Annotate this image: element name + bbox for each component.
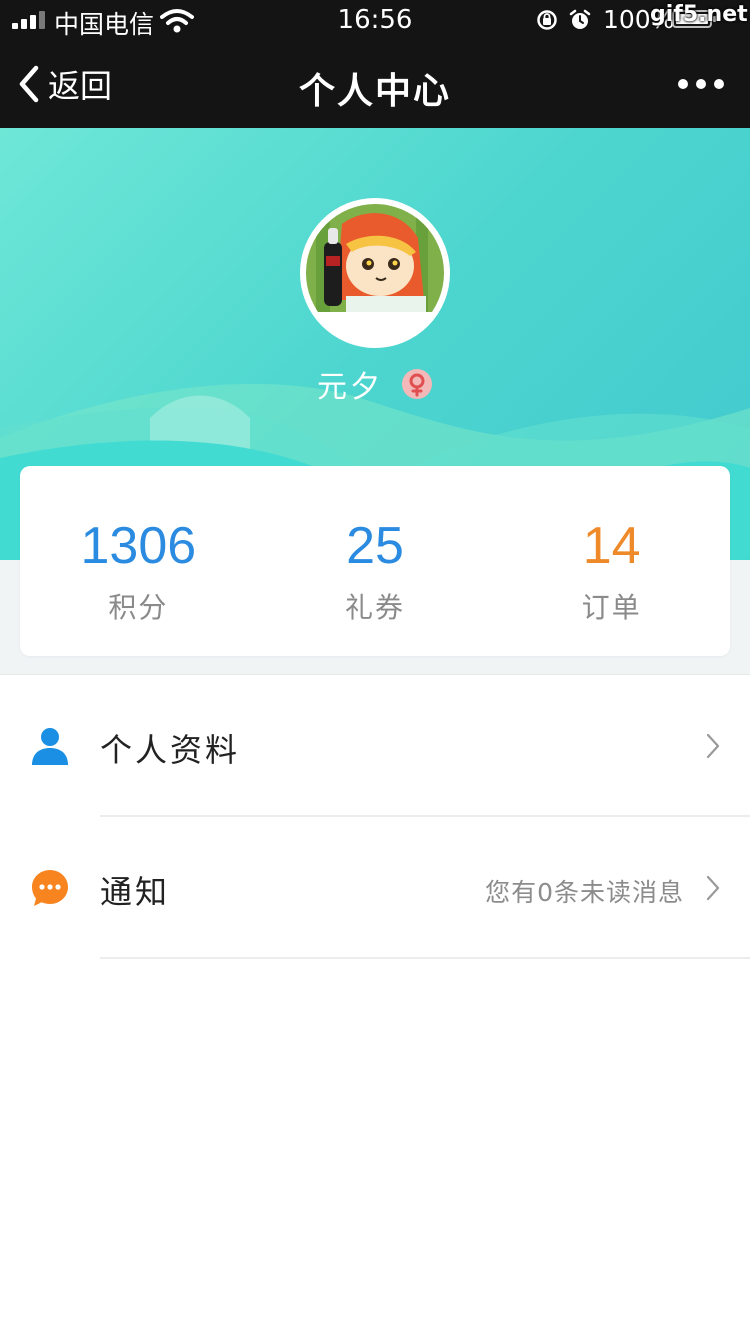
stats-card: 1306 积分 25 礼券 14 订单 (20, 466, 730, 656)
stat-value: 1306 (80, 517, 197, 575)
stat-label: 积分 (108, 591, 169, 624)
user-icon (32, 728, 68, 765)
stat-points[interactable]: 1306 积分 (20, 466, 257, 656)
stat-value: 25 (346, 517, 404, 575)
page-title: 个人中心 (298, 71, 451, 112)
stat-orders[interactable]: 14 订单 (493, 466, 730, 656)
avatar-image (306, 204, 444, 342)
personal-center-page: 中国电信 16:56 100% gif5.net 返回 个人中心 元夕 1306… (0, 0, 750, 1334)
username: 元夕 (317, 370, 383, 405)
watermark: gif5.net (650, 2, 748, 27)
navigation-bar: 返回 个人中心 (0, 40, 750, 128)
status-bar: 中国电信 16:56 100% gif5.net (0, 0, 750, 40)
menu-item-label: 个人资料 (100, 731, 241, 769)
avatar[interactable] (300, 198, 450, 348)
divider (100, 957, 750, 959)
alarm-icon (569, 9, 591, 29)
menu-list: 个人资料 通知 您有0条未读消息 (0, 674, 750, 959)
stat-value: 14 (582, 517, 641, 575)
chevron-right-icon (706, 733, 720, 759)
stat-label: 订单 (581, 591, 642, 624)
female-icon (402, 369, 432, 399)
menu-item-label: 通知 (100, 873, 171, 911)
menu-item-profile[interactable]: 个人资料 (0, 675, 750, 817)
unread-message-hint: 您有0条未读消息 (485, 878, 684, 907)
more-dots-icon[interactable] (678, 70, 724, 98)
stat-label: 礼券 (345, 591, 406, 624)
chevron-right-icon (706, 875, 720, 901)
menu-item-notifications[interactable]: 通知 您有0条未读消息 (0, 817, 750, 959)
rotation-lock-icon (537, 10, 557, 30)
chat-bubble-icon (32, 870, 68, 906)
username-row: 元夕 (0, 362, 750, 406)
stat-coupons[interactable]: 25 礼券 (257, 466, 494, 656)
